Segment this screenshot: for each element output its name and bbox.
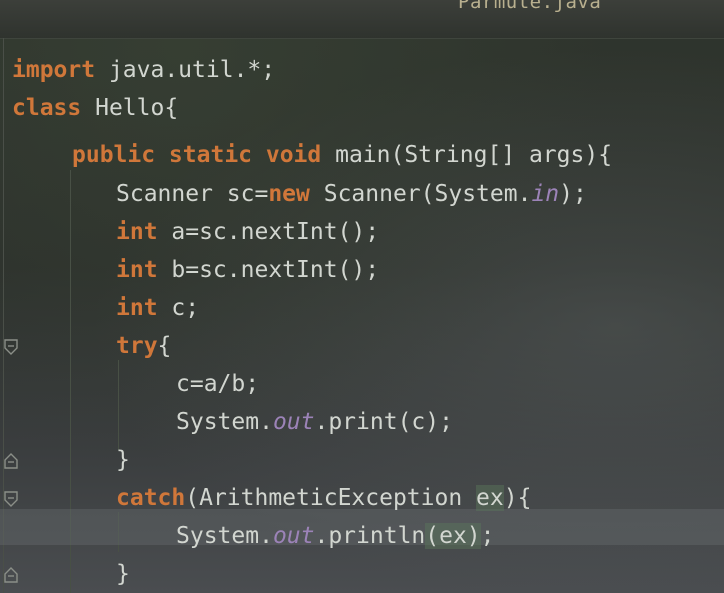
code-token: .println bbox=[314, 523, 426, 549]
code-token: b=sc.nextInt(); bbox=[157, 257, 380, 283]
keyword-token: catch bbox=[116, 485, 186, 511]
code-token: Scanner(System. bbox=[309, 181, 532, 207]
code-line[interactable]: int b=sc.nextInt(); bbox=[116, 255, 379, 285]
keyword-token: int bbox=[116, 295, 158, 321]
code-line[interactable]: int c; bbox=[116, 293, 199, 323]
code-token: c; bbox=[157, 295, 200, 321]
code-token: } bbox=[116, 561, 130, 587]
code-line[interactable]: try{ bbox=[116, 331, 171, 361]
code-token: Hello{ bbox=[81, 95, 179, 121]
code-token: ){ bbox=[503, 485, 532, 511]
code-line[interactable]: System.out.print(c); bbox=[176, 407, 453, 437]
file-tab-title[interactable]: Parmute.java bbox=[458, 0, 601, 13]
keyword-token: public static void bbox=[72, 142, 322, 168]
code-token: System. bbox=[176, 409, 273, 435]
fold-open-icon[interactable] bbox=[4, 339, 18, 355]
keyword-token: int bbox=[116, 219, 158, 245]
code-line[interactable]: c=a/b; bbox=[176, 369, 259, 399]
code-line[interactable]: import java.util.*; bbox=[12, 55, 275, 85]
code-token: main(String[] args){ bbox=[321, 142, 613, 168]
static-field-token: out bbox=[272, 523, 315, 549]
code-token: ; bbox=[480, 523, 495, 549]
code-token: c=a/b; bbox=[176, 371, 260, 397]
code-line[interactable]: Scanner sc=new Scanner(System.in); bbox=[116, 179, 587, 209]
code-token: ); bbox=[559, 181, 587, 207]
highlighted-token: (ex) bbox=[425, 523, 481, 549]
keyword-token: int bbox=[116, 257, 158, 283]
code-line[interactable]: class Hello{ bbox=[12, 93, 178, 123]
fold-close-icon[interactable] bbox=[4, 567, 18, 583]
code-token: (ArithmeticException bbox=[185, 485, 477, 511]
code-line[interactable]: public static void main(String[] args){ bbox=[72, 140, 612, 170]
static-field-token: in bbox=[531, 181, 560, 207]
code-line[interactable]: } bbox=[116, 445, 130, 475]
keyword-token: new bbox=[268, 181, 310, 207]
code-token: Scanner sc= bbox=[116, 181, 269, 207]
code-token: .print(c); bbox=[314, 409, 453, 435]
code-editor[interactable]: Parmute.java import java.util.*; class He… bbox=[0, 0, 724, 593]
highlighted-token: ex bbox=[476, 485, 504, 511]
keyword-token: import bbox=[12, 57, 96, 83]
code-line[interactable]: System.out.println(ex); bbox=[176, 521, 495, 551]
indent-guide bbox=[118, 360, 119, 450]
keyword-token: try bbox=[116, 333, 158, 359]
keyword-token: class bbox=[12, 95, 82, 121]
code-token: java.util.*; bbox=[95, 57, 276, 83]
code-token: a=sc.nextInt(); bbox=[157, 219, 380, 245]
fold-open-icon[interactable] bbox=[4, 491, 18, 507]
editor-tab-bar: Parmute.java bbox=[0, 0, 724, 39]
code-line[interactable]: catch(ArithmeticException ex){ bbox=[116, 483, 531, 513]
code-line[interactable]: } bbox=[116, 559, 130, 589]
code-token: { bbox=[157, 333, 172, 359]
code-token: System. bbox=[176, 523, 273, 549]
code-line[interactable]: int a=sc.nextInt(); bbox=[116, 217, 379, 247]
static-field-token: out bbox=[272, 409, 315, 435]
fold-close-icon[interactable] bbox=[4, 453, 18, 469]
code-token: } bbox=[116, 447, 130, 473]
